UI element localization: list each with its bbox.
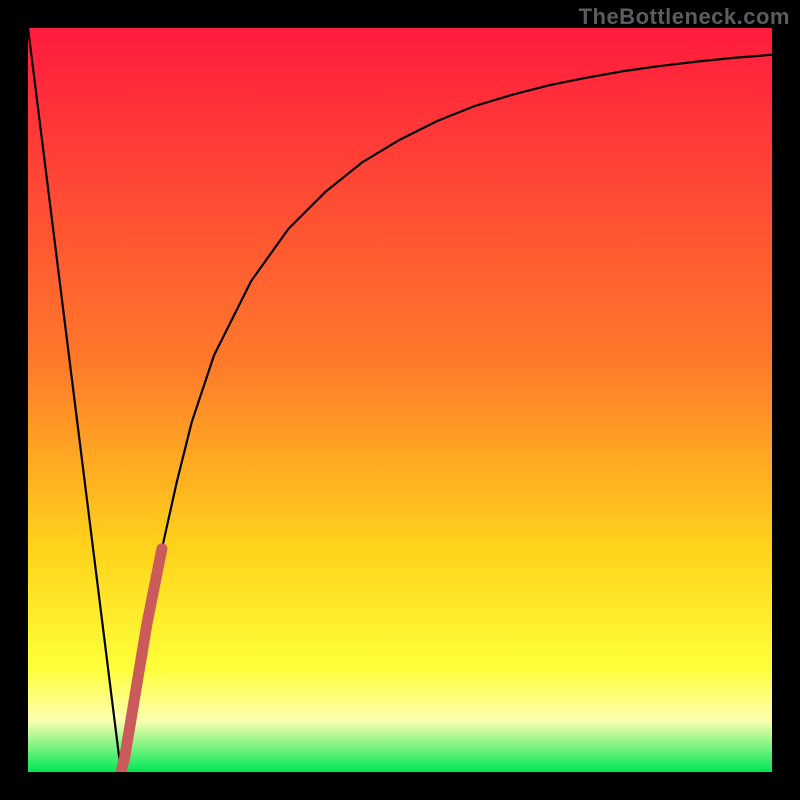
chart-outer-frame: TheBottleneck.com: [0, 0, 800, 800]
plot-area: [28, 28, 772, 772]
chart-svg: [28, 28, 772, 772]
watermark-text: TheBottleneck.com: [579, 4, 790, 30]
